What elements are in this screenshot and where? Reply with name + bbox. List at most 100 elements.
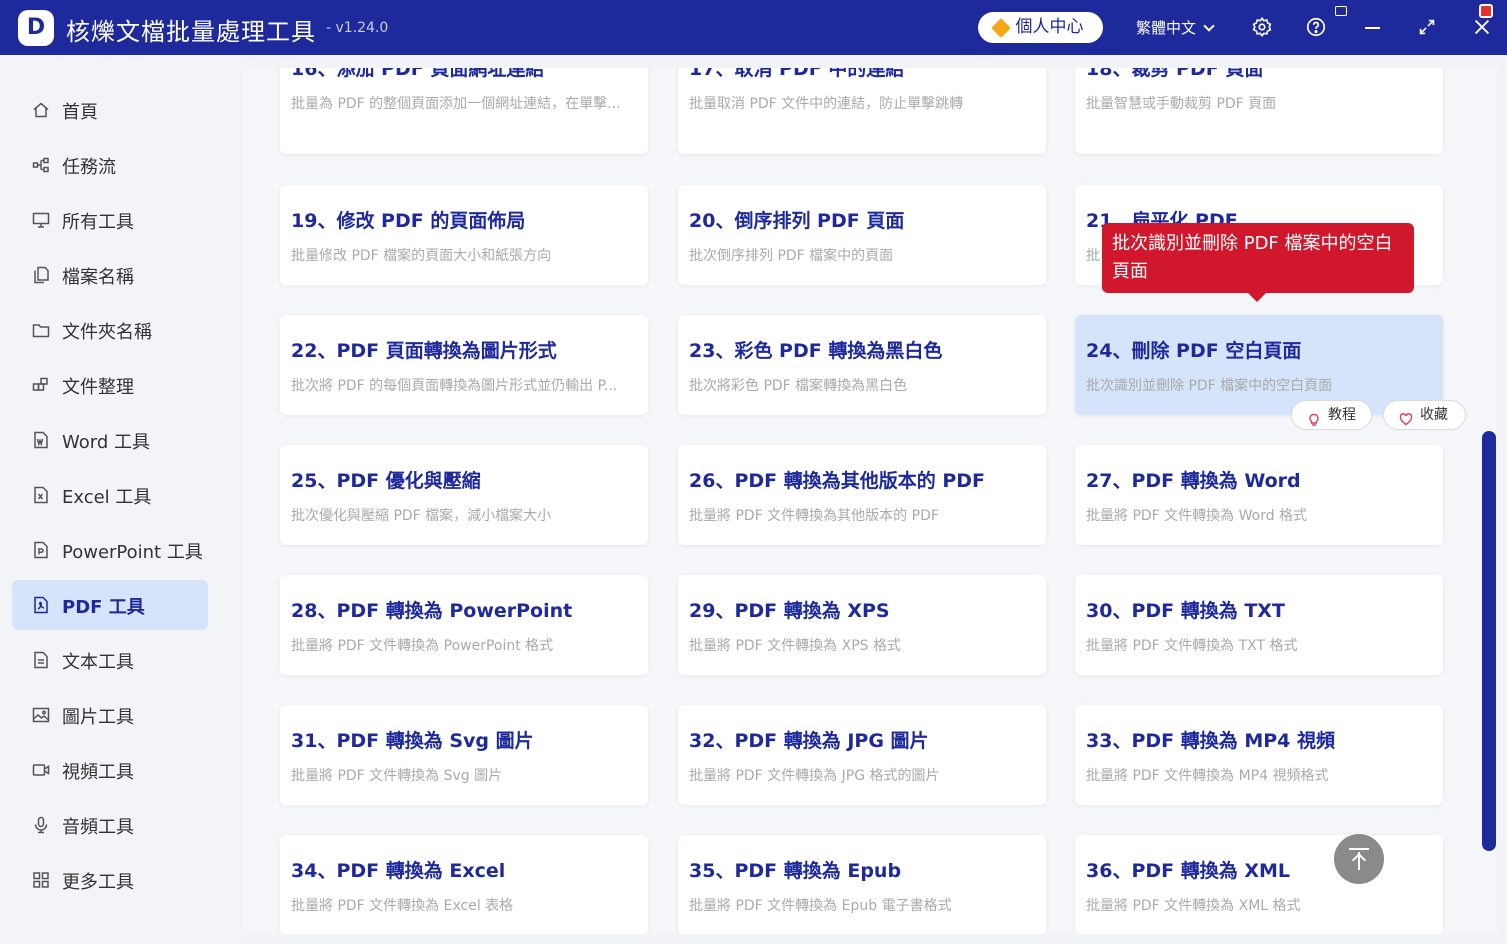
sidebar-item-all-tools[interactable]: 所有工具 <box>12 195 208 245</box>
sidebar-item-file-name[interactable]: 檔案名稱 <box>12 250 208 300</box>
tool-card-hovered[interactable]: 24、刪除 PDF 空白頁面 批次識別並刪除 PDF 檔案中的空白頁面 <box>1075 315 1443 415</box>
tool-card[interactable]: 33、PDF 轉換為 MP4 視頻 批量將 PDF 文件轉換為 MP4 視頻格式 <box>1075 705 1443 805</box>
tool-card-desc: 批量修改 PDF 檔案的頁面大小和紙張方向 <box>291 248 552 264</box>
app-logo <box>18 10 54 46</box>
tool-card-title: 22、PDF 頁面轉換為圖片形式 <box>291 340 557 362</box>
tool-card-desc: 批量為 PDF 的整個頁面添加一個網址連結，在單擊... <box>291 96 621 112</box>
tool-card[interactable]: 32、PDF 轉換為 JPG 圖片 批量將 PDF 文件轉換為 JPG 格式的圖… <box>678 705 1046 805</box>
sidebar-item-excel-tools[interactable]: Excel 工具 <box>12 470 208 520</box>
tool-card-title: 25、PDF 優化與壓縮 <box>291 470 481 492</box>
sidebar-item-word-tools[interactable]: Word 工具 <box>12 415 208 465</box>
language-select[interactable]: 繁體中文 <box>1136 17 1215 38</box>
sidebar-item-label: PowerPoint 工具 <box>62 542 203 563</box>
tool-card-title: 31、PDF 轉換為 Svg 圖片 <box>291 730 534 752</box>
arrow-up-icon <box>1351 852 1367 868</box>
audio-icon <box>32 816 50 834</box>
tool-card[interactable]: 18、裁剪 PDF 頁面 批量智慧或手動裁剪 PDF 頁面 <box>1075 68 1443 154</box>
sidebar-item-powerpoint-tools[interactable]: PowerPoint 工具 <box>12 525 208 575</box>
tool-card[interactable]: 17、取消 PDF 中的連結 批量取消 PDF 文件中的連結，防止單擊跳轉 <box>678 68 1046 154</box>
tutorial-label: 教程 <box>1328 407 1356 423</box>
tool-card-title: 29、PDF 轉換為 XPS <box>689 600 890 622</box>
tool-card[interactable]: 35、PDF 轉換為 Epub 批量將 PDF 文件轉換為 Epub 電子書格式 <box>678 835 1046 934</box>
tool-card[interactable]: 34、PDF 轉換為 Excel 批量將 PDF 文件轉換為 Excel 表格 <box>280 835 648 934</box>
sidebar-item-label: 文件夾名稱 <box>62 322 152 343</box>
back-to-top-button[interactable] <box>1334 834 1384 884</box>
scrollbar-thumb[interactable] <box>1482 431 1496 851</box>
sidebar-item-label: 音頻工具 <box>62 817 134 838</box>
tooltip: 批次識別並刪除 PDF 檔案中的空白頁面 <box>1102 223 1414 302</box>
tool-card[interactable]: 30、PDF 轉換為 TXT 批量將 PDF 文件轉換為 TXT 格式 <box>1075 575 1443 675</box>
sidebar-item-label: 文本工具 <box>62 652 134 673</box>
favorite-label: 收藏 <box>1420 407 1448 423</box>
tool-card[interactable]: 19、修改 PDF 的頁面佈局 批量修改 PDF 檔案的頁面大小和紙張方向 <box>280 185 648 285</box>
pdf-icon <box>32 596 50 614</box>
sidebar-item-home[interactable]: 首頁 <box>12 85 208 135</box>
tool-card-desc: 批量將 PDF 文件轉換為 Epub 電子書格式 <box>689 898 952 914</box>
sidebar-item-pdf-tools[interactable]: PDF 工具 <box>12 580 208 630</box>
sidebar-item-audio-tools[interactable]: 音頻工具 <box>12 800 208 850</box>
tool-card[interactable]: 22、PDF 頁面轉換為圖片形式 批次將 PDF 的每個頁面轉換為圖片形式並仍輸… <box>280 315 648 415</box>
tool-card-desc: 批次倒序排列 PDF 檔案中的頁面 <box>689 248 894 264</box>
gear-icon[interactable] <box>1251 16 1273 38</box>
tool-card[interactable]: 31、PDF 轉換為 Svg 圖片 批量將 PDF 文件轉換為 Svg 圖片 <box>280 705 648 805</box>
sidebar-item-workflow[interactable]: 任務流 <box>12 140 208 190</box>
word-icon <box>32 431 50 449</box>
monitor-icon <box>32 211 50 229</box>
sidebar-item-more-tools[interactable]: 更多工具 <box>12 855 208 905</box>
sidebar-item-text-tools[interactable]: 文本工具 <box>12 635 208 685</box>
tool-card-title: 34、PDF 轉換為 Excel <box>291 860 506 882</box>
sidebar-item-image-tools[interactable]: 圖片工具 <box>12 690 208 740</box>
tool-card-title: 35、PDF 轉換為 Epub <box>689 860 902 882</box>
tool-card-title: 19、修改 PDF 的頁面佈局 <box>291 210 526 232</box>
user-center-label: 個人中心 <box>1015 17 1084 37</box>
tool-card-desc: 批量將 PDF 文件轉換為 JPG 格式的圖片 <box>689 768 940 784</box>
tool-card-title: 33、PDF 轉換為 MP4 視頻 <box>1086 730 1336 752</box>
sidebar-item-label: Excel 工具 <box>62 487 152 508</box>
sidebar-item-label: 任務流 <box>62 157 116 178</box>
sidebar-item-video-tools[interactable]: 視頻工具 <box>12 745 208 795</box>
tool-card-title: 17、取消 PDF 中的連結 <box>689 68 905 80</box>
tool-card-title: 23、彩色 PDF 轉換為黑白色 <box>689 340 943 362</box>
title-bar: 核爍文檔批量處理工具 - v1.24.0 個人中心 繁體中文 <box>0 0 1507 55</box>
feedback-icon[interactable] <box>1335 6 1347 16</box>
tool-card-desc: 批量取消 PDF 文件中的連結，防止單擊跳轉 <box>689 96 964 112</box>
tool-card-desc: 批量將 PDF 文件轉換為 TXT 格式 <box>1086 638 1298 654</box>
home-icon <box>32 101 50 119</box>
language-label: 繁體中文 <box>1136 19 1197 37</box>
sidebar-item-label: 所有工具 <box>62 212 134 233</box>
tool-card[interactable]: 29、PDF 轉換為 XPS 批量將 PDF 文件轉換為 XPS 格式 <box>678 575 1046 675</box>
tool-card-desc: 批量將 PDF 文件轉換為其他版本的 PDF <box>689 508 939 524</box>
tool-card-desc: 批量將 PDF 文件轉換為 MP4 視頻格式 <box>1086 768 1329 784</box>
file-copy-icon <box>32 266 50 284</box>
workflow-icon <box>32 156 50 174</box>
tool-card[interactable]: 26、PDF 轉換為其他版本的 PDF 批量將 PDF 文件轉換為其他版本的 P… <box>678 445 1046 545</box>
minimize-icon[interactable] <box>1362 16 1384 38</box>
tool-card[interactable]: 16、添加 PDF 頁面網址連結 批量為 PDF 的整個頁面添加一個網址連結，在… <box>280 68 648 154</box>
tool-card[interactable]: 23、彩色 PDF 轉換為黑白色 批次將彩色 PDF 檔案轉換為黑白色 <box>678 315 1046 415</box>
tool-card[interactable]: 25、PDF 優化與壓縮 批次優化與壓縮 PDF 檔案，減小檔案大小 <box>280 445 648 545</box>
image-icon <box>32 706 50 724</box>
organize-icon <box>32 376 50 394</box>
powerpoint-icon <box>32 541 50 559</box>
user-center-button[interactable]: 個人中心 <box>978 12 1103 43</box>
sidebar-item-folder-name[interactable]: 文件夾名稱 <box>12 305 208 355</box>
sidebar-item-label: 更多工具 <box>62 872 134 893</box>
favorite-button[interactable]: 收藏 <box>1383 400 1466 430</box>
tool-card-title: 24、刪除 PDF 空白頁面 <box>1086 340 1302 362</box>
excel-icon <box>32 486 50 504</box>
maximize-icon[interactable] <box>1416 16 1438 38</box>
app-title: 核爍文檔批量處理工具 <box>66 18 316 46</box>
tool-grid: 16、添加 PDF 頁面網址連結 批量為 PDF 的整個頁面添加一個網址連結，在… <box>243 68 1481 934</box>
tool-card-title: 32、PDF 轉換為 JPG 圖片 <box>689 730 929 752</box>
tool-card[interactable]: 28、PDF 轉換為 PowerPoint 批量將 PDF 文件轉換為 Powe… <box>280 575 648 675</box>
tool-card[interactable]: 27、PDF 轉換為 Word 批量將 PDF 文件轉換為 Word 格式 <box>1075 445 1443 545</box>
tool-card[interactable]: 36、PDF 轉換為 XML 批量將 PDF 文件轉換為 XML 格式 <box>1075 835 1443 934</box>
tool-card-desc: 批次將 PDF 的每個頁面轉換為圖片形式並仍輸出 P... <box>291 378 618 394</box>
tutorial-button[interactable]: 教程 <box>1291 400 1372 430</box>
sidebar-item-file-organize[interactable]: 文件整理 <box>12 360 208 410</box>
tool-card-desc: 批次將彩色 PDF 檔案轉換為黑白色 <box>689 378 908 394</box>
close-icon[interactable] <box>1471 16 1493 38</box>
help-icon[interactable] <box>1305 16 1327 38</box>
tool-card-desc: 批量將 PDF 文件轉換為 Svg 圖片 <box>291 768 503 784</box>
tool-card[interactable]: 20、倒序排列 PDF 頁面 批次倒序排列 PDF 檔案中的頁面 <box>678 185 1046 285</box>
